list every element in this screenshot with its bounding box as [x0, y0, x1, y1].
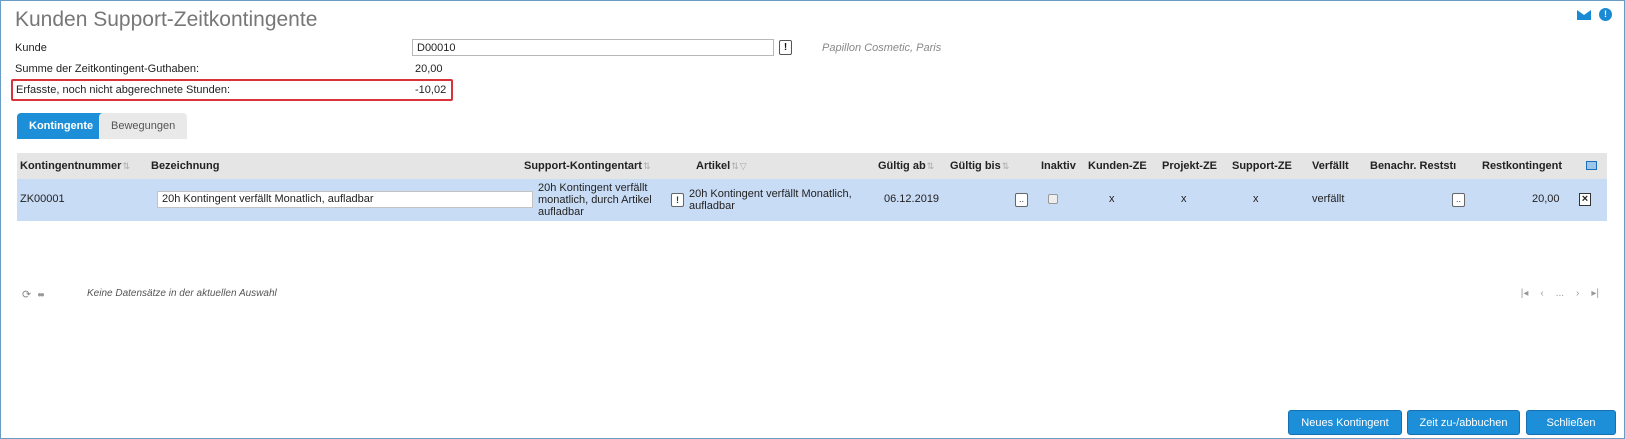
cell-kontingentart: 20h Kontingent verfällt monatlich, durch… — [538, 182, 652, 218]
delete-row-button[interactable]: × — [1579, 193, 1591, 206]
prev-page-icon[interactable]: ‹ — [1540, 288, 1543, 299]
col-header-benachr[interactable]: Benachr. Reststı — [1370, 153, 1456, 179]
table-row[interactable]: ZK00001 20h Kontingent verfällt Monatlic… — [17, 179, 1607, 221]
next-page-icon[interactable]: › — [1576, 288, 1579, 299]
last-page-icon[interactable]: ▸| — [1591, 288, 1599, 299]
zeit-buchen-button[interactable]: Zeit zu-/abbuchen — [1407, 410, 1520, 435]
cell-verfaellt: verfällt — [1312, 193, 1345, 205]
col-header-artikel[interactable]: Artikel⇅▽ — [696, 153, 747, 179]
summe-value: 20,00 — [415, 63, 443, 75]
cell-kontingentnummer: ZK00001 — [20, 193, 65, 205]
benachr-picker-button[interactable]: .. — [1452, 193, 1465, 207]
pager: |◂ ‹ ... › ▸| — [1521, 288, 1599, 299]
erfasst-value: -10,02 — [415, 84, 447, 96]
info-icon[interactable]: ! — [1599, 8, 1612, 21]
col-header-restkontingent[interactable]: Restkontingent — [1482, 153, 1562, 179]
gueltig-bis-picker-button[interactable]: .. — [1015, 193, 1028, 207]
footer-tools: ⟳ ●● — [22, 288, 45, 301]
kunde-lookup-button[interactable]: ! — [779, 40, 792, 55]
window-frame: Kunden Support-Zeitkontingente ! Kunde !… — [0, 0, 1625, 439]
inaktiv-checkbox[interactable] — [1048, 194, 1058, 204]
bezeichnung-input[interactable]: 20h Kontingent verfällt Monatlich, aufla… — [157, 191, 533, 208]
sort-icon[interactable]: ⇅ — [927, 161, 935, 171]
col-header-gueltig-bis[interactable]: Gültig bis⇅ — [950, 153, 1009, 179]
col-header-kontingentnummer[interactable]: Kontingentnummer⇅ — [20, 153, 130, 179]
cell-kunden-ze: x — [1109, 193, 1115, 205]
cell-support-ze: x — [1253, 193, 1259, 205]
col-header-projekt-ze[interactable]: Projekt-ZE — [1162, 153, 1217, 179]
tab-bewegungen[interactable]: Bewegungen — [99, 113, 188, 139]
kunde-label: Kunde — [15, 42, 47, 54]
erfasst-label: Erfasste, noch nicht abgerechnete Stunde… — [16, 84, 231, 96]
no-records-text: Keine Datensätze in der aktuellen Auswah… — [87, 288, 277, 299]
col-header-support-ze[interactable]: Support-ZE — [1232, 153, 1292, 179]
page-ellipsis: ... — [1555, 288, 1565, 299]
grid-header: Kontingentnummer⇅ Bezeichnung Support-Ko… — [17, 153, 1607, 179]
cell-projekt-ze: x — [1181, 193, 1187, 205]
neues-kontingent-button[interactable]: Neues Kontingent — [1288, 410, 1402, 435]
refresh-icon[interactable]: ⟳ — [22, 288, 31, 301]
customer-name: Papillon Cosmetic, Paris — [822, 42, 942, 54]
cell-artikel: 20h Kontingent verfällt Monatlich, aufla… — [689, 188, 852, 212]
first-page-icon[interactable]: |◂ — [1521, 288, 1529, 299]
mail-icon[interactable] — [1577, 10, 1591, 20]
cell-restkontingent: 20,00 — [1532, 193, 1560, 205]
kunde-input[interactable] — [412, 39, 774, 56]
sort-icon[interactable]: ⇅ — [122, 161, 130, 171]
sort-icon[interactable]: ⇅ — [731, 161, 739, 171]
sort-icon[interactable]: ⇅ — [643, 161, 651, 171]
kontingentart-lookup-button[interactable]: ! — [671, 193, 684, 207]
col-header-bezeichnung[interactable]: Bezeichnung — [151, 153, 219, 179]
filter-icon[interactable]: ▽ — [740, 161, 747, 171]
col-header-gueltig-ab[interactable]: Gültig ab⇅ — [878, 153, 934, 179]
summe-label: Summe der Zeitkontingent-Guthaben: — [15, 63, 200, 75]
col-header-kontingentart[interactable]: Support-Kontingentart⇅ — [524, 153, 650, 179]
col-header-verfaellt[interactable]: Verfällt — [1312, 153, 1349, 179]
column-config-icon[interactable] — [1586, 161, 1597, 170]
col-header-kunden-ze[interactable]: Kunden-ZE — [1088, 153, 1147, 179]
sort-icon[interactable]: ⇅ — [1002, 161, 1010, 171]
col-header-inaktiv[interactable]: Inaktiv — [1041, 153, 1076, 179]
options-icon[interactable]: ●● — [37, 290, 45, 299]
tab-kontingente[interactable]: Kontingente — [17, 113, 106, 139]
cell-gueltig-ab: 06.12.2019 — [884, 193, 940, 205]
top-icons: ! — [1577, 8, 1612, 21]
page-title: Kunden Support-Zeitkontingente — [15, 8, 318, 31]
schliessen-button[interactable]: Schließen — [1526, 410, 1616, 435]
